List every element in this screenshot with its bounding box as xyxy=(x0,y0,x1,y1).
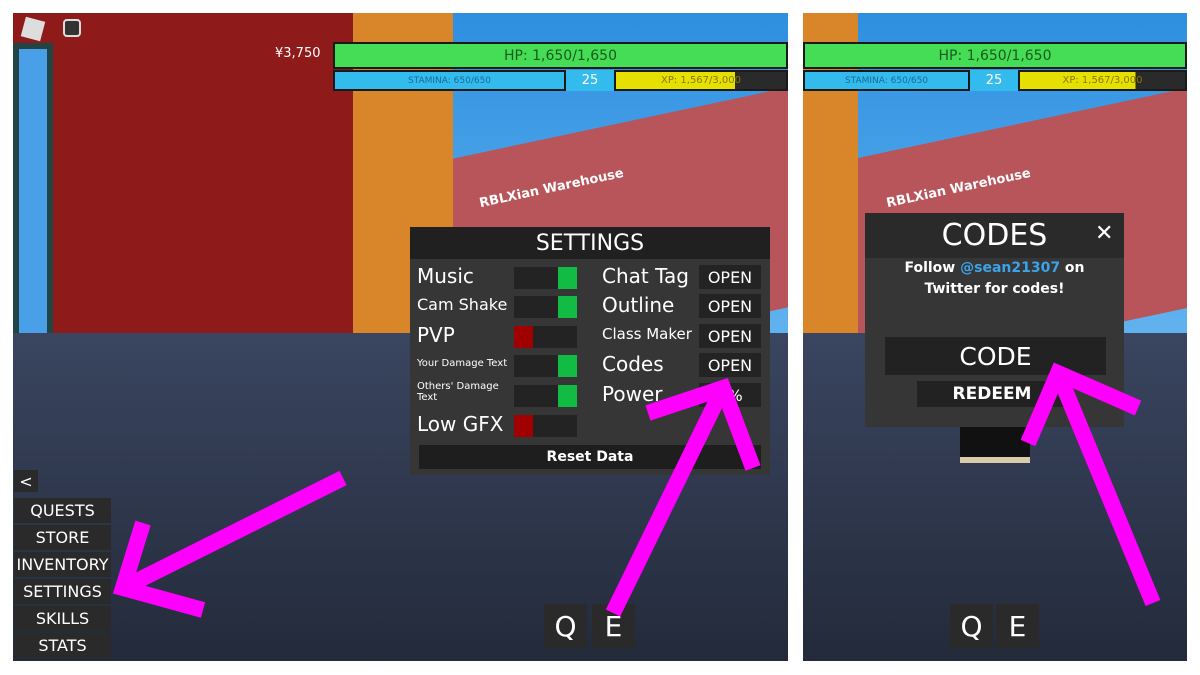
right-game-view: RBLXian Warehouse HP: 1,650/1,650 STAMIN… xyxy=(803,13,1187,661)
arrows xyxy=(112,377,761,618)
arrows xyxy=(1020,362,1161,607)
arrow-to-code-input xyxy=(1050,369,1161,607)
arrow-to-settings xyxy=(119,470,347,596)
left-game-view: RBLXian Warehouse ¥3,750 HP: 1,650/1,650… xyxy=(13,13,788,661)
arrow-to-power xyxy=(605,384,731,617)
